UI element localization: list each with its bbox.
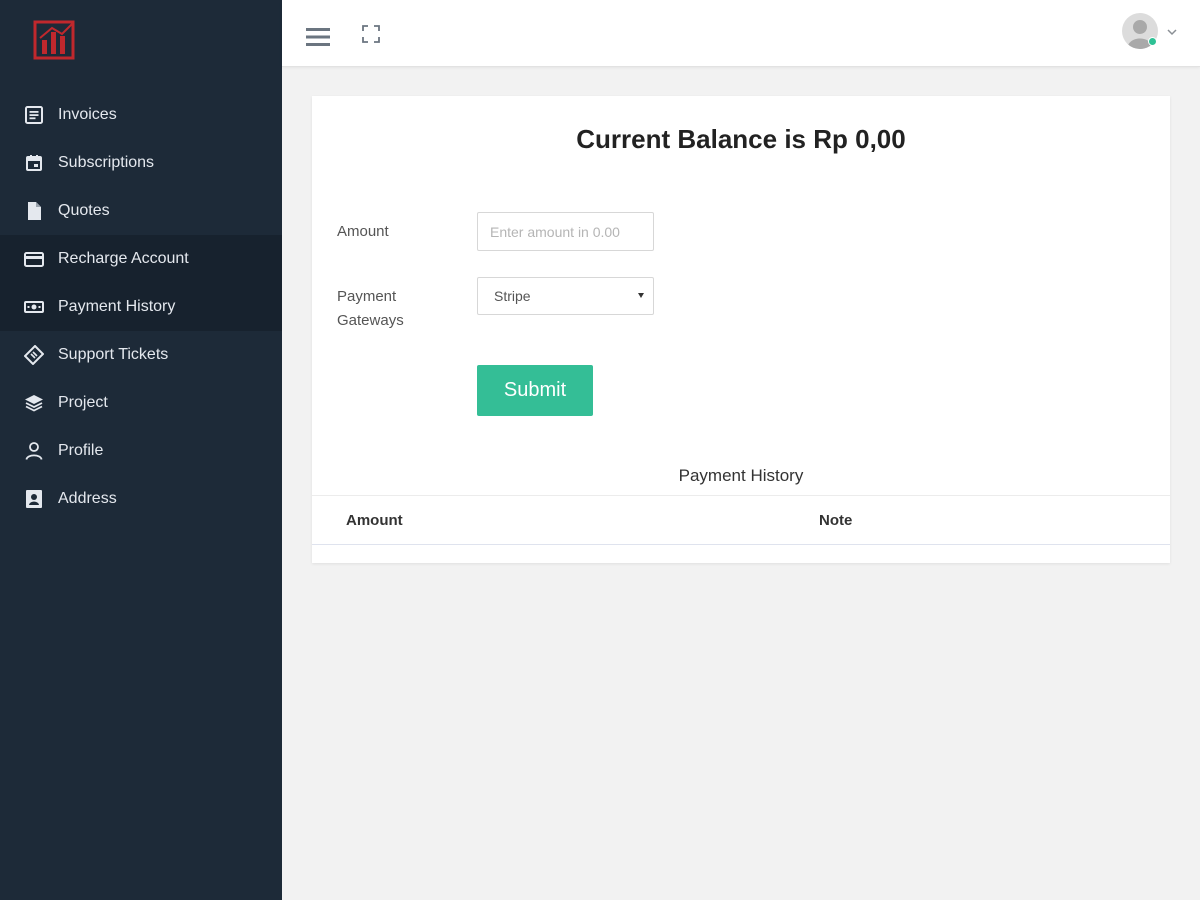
- sidebar-nav: Invoices Subscriptions Quotes Recharge A…: [0, 91, 282, 523]
- money-icon: [22, 295, 46, 319]
- sidebar-item-address[interactable]: Address: [0, 475, 282, 523]
- payment-gateway-selected: Stripe: [494, 288, 531, 304]
- sidebar-item-support-tickets[interactable]: Support Tickets: [0, 331, 282, 379]
- brand-logo[interactable]: [32, 18, 78, 62]
- column-header-amount: Amount: [346, 512, 403, 529]
- sidebar-item-label: Project: [58, 394, 108, 411]
- document-icon: [22, 199, 46, 223]
- sidebar-item-label: Address: [58, 490, 117, 507]
- sidebar-item-project[interactable]: Project: [0, 379, 282, 427]
- invoice-icon: [22, 103, 46, 127]
- user-icon: [22, 439, 46, 463]
- address-book-icon: [22, 487, 46, 511]
- ticket-icon: [22, 343, 46, 367]
- online-status-dot: [1148, 37, 1157, 46]
- sidebar-item-subscriptions[interactable]: Subscriptions: [0, 139, 282, 187]
- credit-card-icon: [22, 247, 46, 271]
- amount-input[interactable]: [477, 212, 654, 251]
- sidebar-item-label: Subscriptions: [58, 154, 155, 171]
- sidebar-item-payment-history[interactable]: Payment History: [0, 283, 282, 331]
- chevron-down-icon[interactable]: [1166, 25, 1178, 37]
- sidebar-item-label: Invoices: [58, 106, 117, 123]
- payment-gateways-label-line1: Payment: [337, 288, 397, 305]
- sidebar-item-label: Support Tickets: [58, 346, 169, 363]
- dropdown-arrow-icon: [638, 293, 644, 298]
- sidebar-item-label: Quotes: [58, 202, 110, 219]
- sidebar-item-quotes[interactable]: Quotes: [0, 187, 282, 235]
- sidebar-item-label: Payment History: [58, 298, 176, 315]
- layers-icon: [22, 391, 46, 415]
- sidebar-item-recharge-account[interactable]: Recharge Account: [0, 235, 282, 283]
- topbar: [282, 0, 1200, 67]
- amount-label: Amount: [337, 223, 389, 240]
- payment-history-table-header: Amount Note: [312, 495, 1170, 545]
- payment-gateways-label: Payment Gateways: [337, 285, 404, 333]
- calendar-icon: [22, 151, 46, 175]
- submit-button[interactable]: Submit: [477, 365, 593, 416]
- recharge-card: Current Balance is Rp 0,00 Amount Paymen…: [312, 96, 1170, 563]
- payment-history-title: Payment History: [678, 466, 804, 485]
- expand-icon[interactable]: [362, 25, 380, 43]
- hamburger-icon[interactable]: [306, 27, 330, 47]
- column-header-note: Note: [819, 512, 853, 529]
- sidebar-item-profile[interactable]: Profile: [0, 427, 282, 475]
- current-balance-heading: Current Balance is Rp 0,00: [576, 124, 906, 154]
- payment-gateway-select[interactable]: Stripe: [477, 277, 654, 315]
- user-menu[interactable]: [1122, 13, 1180, 53]
- payment-gateways-label-line2: Gateways: [337, 312, 404, 329]
- sidebar-item-label: Profile: [58, 442, 104, 459]
- sidebar-item-label: Recharge Account: [58, 250, 189, 267]
- sidebar: Invoices Subscriptions Quotes Recharge A…: [0, 0, 282, 900]
- sidebar-item-invoices[interactable]: Invoices: [0, 91, 282, 139]
